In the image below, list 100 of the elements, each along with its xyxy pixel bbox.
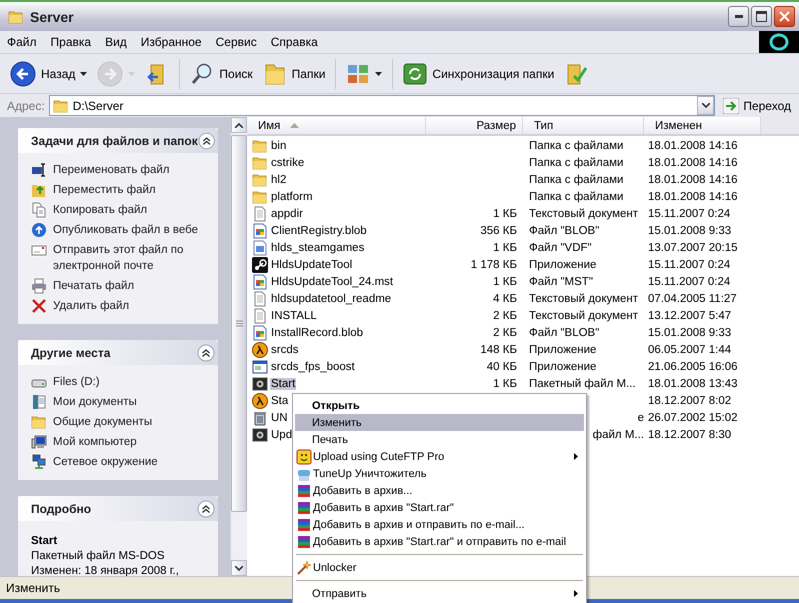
file-name[interactable]: cstrike [270,156,306,168]
status-text: Изменить [6,580,60,594]
file-name[interactable]: InstallRecord.blob [270,326,364,338]
modified-date: 07.04.2005 11:27 [648,292,737,304]
file-size: 2 КБ [493,310,517,322]
file-name[interactable]: INSTALL [270,310,318,322]
menu-item[interactable]: Отправить [295,585,584,602]
menu-item[interactable]: TuneUp Уничтожитель [295,465,584,482]
file-type: Папка с файлами [529,156,624,168]
file-name[interactable]: bin [270,140,288,152]
close-button[interactable] [774,6,795,27]
modified-date: 18.01.2008 14:16 [648,190,738,202]
task-link[interactable]: Копировать файл [53,202,203,218]
file-type: файл М... [592,428,644,440]
search-button[interactable]: Поиск [186,58,257,88]
menu-item[interactable]: Открыть [295,397,584,414]
maximize-button[interactable] [751,6,772,27]
scrollbar[interactable] [230,117,247,576]
sync-button[interactable]: Синхронизация папки [399,58,558,88]
file-name[interactable]: hldsupdatetool_readme [270,292,392,304]
task-link[interactable]: Опубликовать файл в вебе [53,222,203,238]
delete-icon [31,298,47,314]
file-name[interactable]: appdir [270,208,304,220]
file-name[interactable]: Sta [270,394,290,406]
folders-button[interactable]: Папки [258,58,330,88]
task-link[interactable]: Переместить файл [53,182,203,198]
collapse-icon[interactable] [197,500,215,518]
copy-icon [31,202,47,218]
modified-date: 06.05.2007 1:44 [648,344,732,356]
menu-item[interactable]: Добавить в архив и отправить по e-mail... [295,516,584,533]
column-header[interactable]: Тип [523,117,644,134]
trash-can-icon [252,410,268,426]
column-header[interactable]: Имя [247,117,426,134]
task-link[interactable]: Переименовать файл [53,162,203,178]
submenu-arrow-icon [574,590,578,597]
file-size: 40 КБ [486,360,517,372]
menu-item[interactable]: Добавить в архив "Start.rar" и отправить по e-mail [295,533,584,550]
panel-title: Другие места [31,346,110,360]
task-link[interactable]: Мои документы [53,394,203,410]
task-link[interactable]: Мой компьютер [53,434,203,450]
column-header[interactable]: Размер [426,117,523,134]
sort-arrow-icon [290,123,300,128]
file-type: Файл "MST" [529,276,593,288]
file-size: 4 КБ [493,292,517,304]
file-name[interactable]: Upd [270,428,294,440]
task-link[interactable]: Удалить файл [53,298,203,314]
menu-item[interactable]: Вид [98,33,134,51]
task-link[interactable]: Files (D:) [53,374,203,390]
collapse-icon[interactable] [198,132,215,150]
minimize-button[interactable] [728,6,749,27]
task-link[interactable]: Печатать файл [53,278,203,294]
file-name[interactable]: ClientRegistry.blob [270,224,368,236]
collapse-icon[interactable] [197,344,215,362]
magic-wand-icon [296,560,312,576]
menu-item[interactable]: Печать [295,431,584,448]
gear-window-icon [252,426,268,442]
menu-item[interactable]: Добавить в архив... [295,482,584,499]
file-name[interactable]: Start [270,378,296,390]
lambda-icon [252,392,268,408]
file-type: Файл "BLOB" [529,326,600,338]
file-name[interactable]: hlds_steamgames [270,242,366,254]
file-name[interactable]: srcds_fps_boost [270,360,356,372]
dropdown-button[interactable] [697,96,714,115]
back-button[interactable]: Назад [6,58,92,90]
folder-icon [252,188,268,204]
books-icon [296,516,312,532]
file-size: 1 КБ [493,208,517,220]
file-name[interactable]: platform [270,190,314,202]
document-icon [252,308,268,324]
task-link[interactable]: Отправить этот файл по электронной почте [53,242,203,274]
file-size: 1 КБ [493,378,517,390]
modified-date: 15.01.2008 9:33 [648,224,732,236]
modified-date: 13.12.2007 5:47 [648,310,732,322]
file-name[interactable]: HldsUpdateTool_24.mst [270,276,394,288]
address-field[interactable]: D:\Server [48,95,716,116]
menu-item[interactable]: Изменить [295,414,584,431]
submenu-arrow-icon [574,453,578,460]
menu-item[interactable]: Добавить в архив "Start.rar" [295,499,584,516]
menu-item[interactable]: Справка [264,33,325,51]
task-link[interactable]: Общие документы [53,414,203,430]
file-name[interactable]: HldsUpdateTool [270,258,354,270]
smiley-icon [296,448,312,464]
task-link[interactable]: Сетевое окружение [53,454,203,470]
menu-item[interactable]: Upload using CuteFTP Pro [295,448,584,465]
documents-icon [31,394,47,410]
computer-icon [31,434,47,450]
file-type: Папка с файлами [529,140,624,152]
go-button[interactable]: Переход [719,98,795,114]
menu-item[interactable]: Избранное [134,33,209,51]
grip-icon [236,320,242,327]
file-name[interactable]: UN [270,412,289,424]
file-type: Приложение [529,344,596,356]
menu-item[interactable]: Сервис [208,33,264,51]
maximize-icon [756,11,767,22]
file-name[interactable]: hl2 [270,174,288,186]
file-name[interactable]: srcds [270,344,300,356]
menu-item[interactable]: Файл [0,33,44,51]
modified-date: 18.01.2008 13:43 [648,378,738,390]
menu-item[interactable]: Unlocker [295,559,584,576]
menu-item[interactable]: Правка [44,33,98,51]
